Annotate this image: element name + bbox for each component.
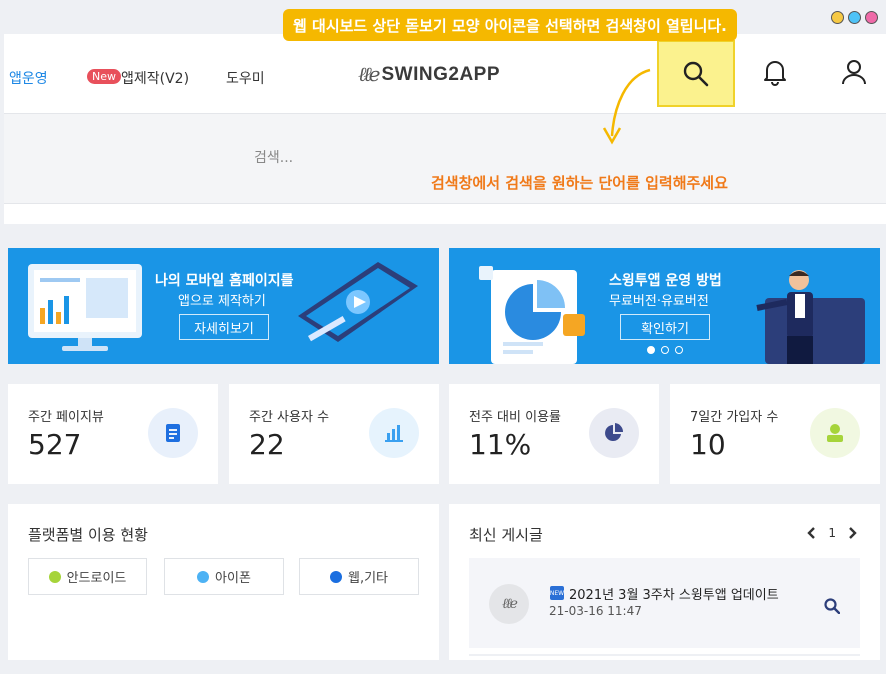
user-icon (810, 408, 860, 458)
bell-icon (764, 61, 786, 86)
pie-chart-icon (589, 408, 639, 458)
legend-dot (329, 570, 342, 583)
bar-chart-icon (369, 408, 419, 458)
nav-app-manage[interactable]: 앱운영 (9, 68, 48, 88)
divider (469, 654, 860, 656)
logo-mark: ℓℓe (358, 62, 380, 86)
arrow-annotation (602, 68, 651, 145)
user-icon (842, 60, 866, 85)
post-item[interactable]: ℓℓe NEW 2021년 3월 3주차 스윙투앱 업데이트 21-03-16 … (469, 558, 860, 648)
search-button[interactable] (657, 40, 735, 107)
carousel-dots[interactable] (647, 346, 683, 354)
nav-help[interactable]: 도우미 (226, 68, 265, 88)
stat-value: 10 (690, 428, 726, 461)
window-dot-pink[interactable] (865, 11, 878, 24)
stat-card-pageviews[interactable]: 주간 페이지뷰 527 (8, 384, 218, 484)
search-hint: 검색창에서 검색을 원하는 단어를 입력해주세요 (431, 174, 728, 192)
banner-operation-guide[interactable]: 스윙투앱 운영 방법 무료버전·유료버전 확인하기 (449, 248, 880, 364)
legend-iphone[interactable]: 아이폰 (164, 558, 284, 595)
legend-label: 아이폰 (215, 571, 251, 586)
stat-card-users[interactable]: 주간 사용자 수 22 (229, 384, 439, 484)
notification-button[interactable] (759, 56, 791, 88)
banner-subtitle: 앱으로 제작하기 (178, 294, 266, 309)
search-input[interactable] (254, 144, 554, 172)
stat-card-signups[interactable]: 7일간 가입자 수 10 (670, 384, 880, 484)
stat-value: 11% (469, 428, 532, 461)
post-title[interactable]: 2021년 3월 3주차 스윙투앱 업데이트 (569, 584, 779, 603)
stat-label: 전주 대비 이용률 (469, 410, 561, 425)
carousel-dot[interactable] (675, 346, 683, 354)
window-controls (831, 11, 878, 24)
monitor-illustration (28, 264, 142, 351)
phone-illustration (298, 262, 418, 342)
legend-label: 안드로이드 (66, 571, 127, 586)
top-header: 앱운영 New 앱제작(V2) 도우미 ℓℓe SWING2APP (4, 34, 886, 114)
stat-card-usage-rate[interactable]: 전주 대비 이용률 11% (449, 384, 659, 484)
divider (4, 204, 886, 224)
legend-android[interactable]: 안드로이드 (28, 558, 147, 595)
new-post-badge: NEW (550, 586, 564, 600)
chevron-right-icon[interactable] (848, 527, 858, 539)
chevron-left-icon[interactable] (806, 527, 816, 539)
tooltip-banner: 웹 대시보드 상단 돋보기 모양 아이콘을 선택하면 검색창이 열립니다. (283, 9, 737, 41)
stat-value: 527 (28, 428, 82, 461)
banner-title: 나의 모바일 홈페이지를 (155, 273, 294, 289)
platform-usage-panel: 플랫폼별 이용 현황 안드로이드 아이폰 웹,기타 (8, 504, 439, 660)
detail-button[interactable]: 자세히보기 (179, 314, 269, 340)
legend-label: 웹,기타 (347, 571, 388, 586)
stat-value: 22 (249, 428, 285, 461)
nav-app-make[interactable]: 앱제작(V2) (121, 68, 189, 88)
carousel-dot-active[interactable] (647, 346, 655, 354)
banner-subtitle: 무료버전·유료버전 (609, 294, 709, 309)
panel-title: 플랫폼별 이용 현황 (28, 526, 148, 544)
new-badge: New (87, 69, 121, 84)
search-icon (683, 61, 709, 86)
stat-label: 주간 사용자 수 (249, 410, 330, 425)
banner-title: 스윙투앱 운영 방법 (609, 273, 722, 289)
recent-posts-panel: 최신 게시글 1 ℓℓe NEW 2021년 3월 3주차 스윙투앱 업데이트 … (449, 504, 880, 660)
legend-dot (197, 570, 210, 583)
legend-web[interactable]: 웹,기타 (299, 558, 419, 595)
pager: 1 (806, 526, 858, 540)
document-icon (148, 408, 198, 458)
presenter-illustration (756, 270, 865, 364)
check-button[interactable]: 확인하기 (620, 314, 710, 340)
post-date: 21-03-16 11:47 (549, 604, 642, 618)
document-illustration (479, 266, 585, 364)
logo-text: SWING2APP (381, 63, 501, 85)
stat-label: 7일간 가입자 수 (690, 410, 779, 425)
profile-button[interactable] (838, 56, 870, 88)
banner-mobile-homepage[interactable]: 나의 모바일 홈페이지를 앱으로 제작하기 자세히보기 (8, 248, 439, 364)
window-dot-blue[interactable] (848, 11, 861, 24)
stat-label: 주간 페이지뷰 (28, 410, 104, 425)
panel-title: 최신 게시글 (469, 526, 543, 544)
search-icon[interactable] (824, 598, 840, 614)
window-dot-yellow[interactable] (831, 11, 844, 24)
avatar: ℓℓe (489, 584, 529, 624)
carousel-dot[interactable] (661, 346, 669, 354)
swing2app-logo[interactable]: ℓℓe SWING2APP (358, 62, 500, 87)
legend-dot (48, 570, 61, 583)
page-number: 1 (828, 526, 836, 540)
